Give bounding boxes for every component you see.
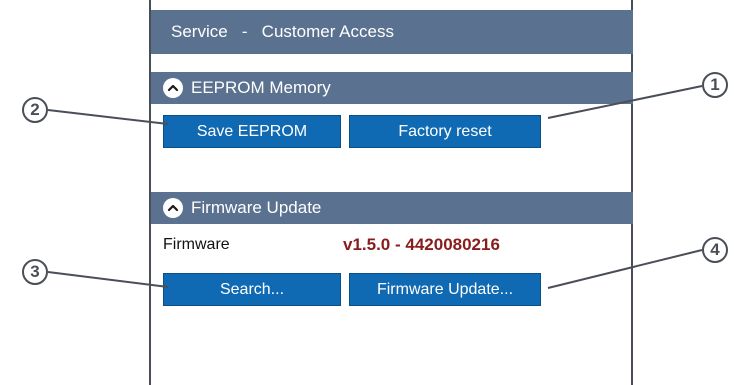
callout-4: 4: [702, 237, 728, 263]
callout-lines: [47, 85, 703, 289]
callout-1: 1: [702, 72, 728, 98]
callout-3: 3: [22, 259, 48, 285]
callout-2: 2: [22, 97, 48, 123]
